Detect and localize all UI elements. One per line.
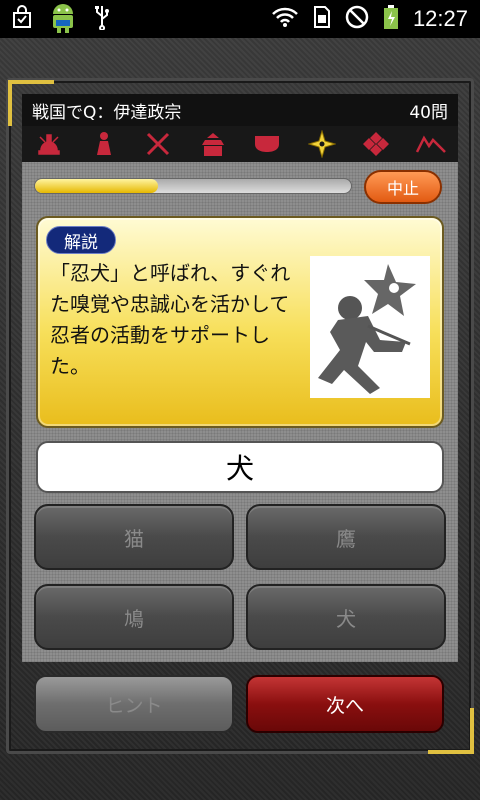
stop-button[interactable]: 中止 (364, 170, 442, 204)
ninja-illustration (310, 256, 430, 398)
shuriken-icon[interactable] (307, 130, 337, 158)
explanation-text: 「忍犬」と呼ばれ、すぐれた嗅覚や忠誠心を活かして忍者の活動をサポートした。 (50, 261, 291, 378)
sim-icon (313, 5, 331, 33)
choice-button-1[interactable]: 猫 (34, 504, 234, 570)
flag-icon[interactable] (252, 130, 282, 158)
shopping-bag-icon (10, 5, 34, 33)
castle-icon[interactable] (198, 130, 228, 158)
explanation-badge: 解説 (46, 226, 116, 254)
progress-fill (35, 179, 159, 193)
mountain-icon[interactable] (415, 130, 446, 158)
answer-display: 犬 (36, 441, 444, 493)
crossed-swords-icon[interactable] (143, 130, 173, 158)
choice-button-2[interactable]: 鷹 (246, 504, 446, 570)
next-button[interactable]: 次へ (246, 675, 444, 733)
android-icon (48, 0, 78, 38)
status-time: 12:27 (412, 6, 468, 31)
status-bar: 12:27 (0, 0, 480, 38)
figure-icon[interactable] (89, 130, 119, 158)
battery-charging-icon (383, 4, 399, 34)
usb-icon (92, 4, 112, 34)
wifi-icon (271, 6, 299, 32)
no-signal-icon (345, 5, 369, 33)
question-count: 40問 (409, 102, 448, 123)
category-icon-row (22, 126, 458, 162)
choice-button-3[interactable]: 鳩 (34, 584, 234, 650)
choice-button-4[interactable]: 犬 (246, 584, 446, 650)
diamond-crest-icon[interactable] (361, 130, 391, 158)
hint-button[interactable]: ヒント (34, 675, 234, 733)
helmet-icon[interactable] (34, 130, 64, 158)
progress-bar (34, 178, 352, 194)
quiz-title: 戦国でQ：伊達政宗 (32, 102, 182, 123)
quiz-header: 戦国でQ：伊達政宗 40問 (22, 94, 458, 126)
